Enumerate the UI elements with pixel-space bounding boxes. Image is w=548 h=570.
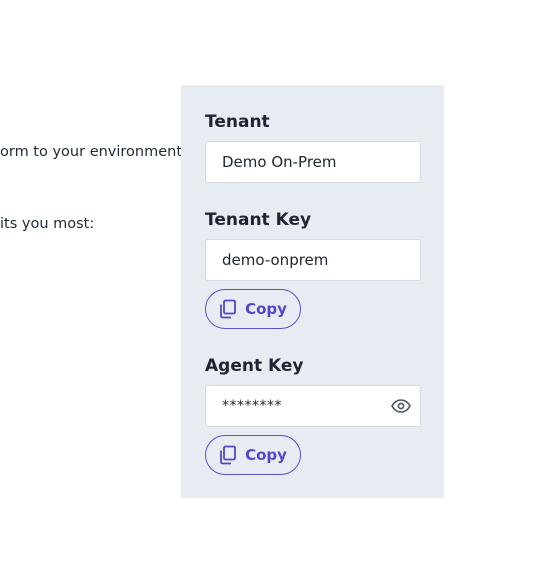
- tenant-key-label: Tenant Key: [205, 210, 312, 230]
- page: orm to your environment. its you most: T…: [0, 0, 548, 570]
- agent-key-label: Agent Key: [205, 356, 304, 376]
- copy-icon: [219, 445, 237, 465]
- copy-agent-key-button[interactable]: Copy: [205, 435, 301, 475]
- agent-key-field[interactable]: ********: [205, 385, 421, 427]
- copy-tenant-key-button[interactable]: Copy: [205, 289, 301, 329]
- tenant-field[interactable]: Demo On-Prem: [205, 141, 421, 183]
- eye-icon[interactable]: [390, 395, 412, 417]
- credentials-panel: Tenant Demo On-Prem Tenant Key demo-onpr…: [181, 85, 444, 498]
- tenant-value: Demo On-Prem: [222, 153, 337, 171]
- copy-agent-key-label: Copy: [245, 446, 287, 464]
- agent-key-value: ********: [222, 398, 282, 414]
- copy-tenant-key-label: Copy: [245, 300, 287, 318]
- copy-icon: [219, 299, 237, 319]
- tenant-key-field[interactable]: demo-onprem: [205, 239, 421, 281]
- tenant-key-value: demo-onprem: [222, 251, 329, 269]
- intro-text-line-2: its you most:: [0, 216, 95, 232]
- tenant-label: Tenant: [205, 112, 270, 132]
- intro-text-line-1: orm to your environment.: [0, 144, 187, 160]
